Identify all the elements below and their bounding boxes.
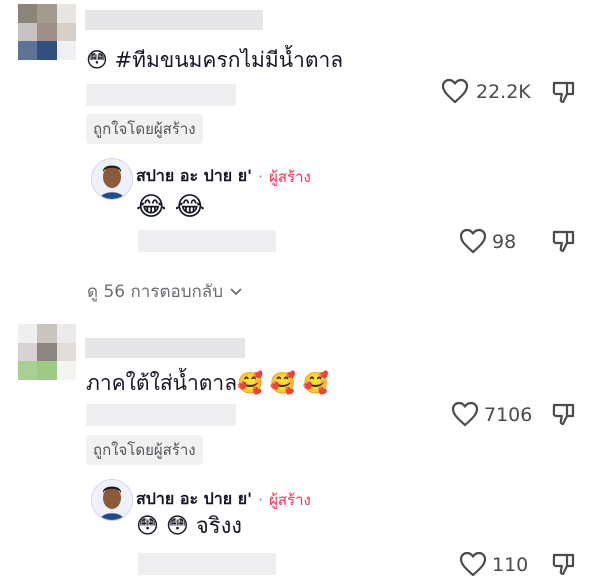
- dislike-button[interactable]: [551, 551, 577, 577]
- blurred-username[interactable]: [85, 338, 245, 358]
- heart-outline-icon: [441, 78, 469, 104]
- creator-liked-badge: ถูกใจโดยผู้สร้าง: [86, 114, 203, 144]
- like-button[interactable]: [459, 551, 487, 577]
- creator-avatar[interactable]: [91, 158, 133, 200]
- reply-text: 😂 😂: [136, 192, 206, 222]
- avatar-portrait-icon: [92, 159, 132, 199]
- like-button[interactable]: [459, 228, 487, 254]
- blurred-avatar[interactable]: [18, 324, 76, 380]
- blurred-meta: [86, 84, 236, 106]
- chevron-down-icon: [230, 287, 242, 295]
- reply-header: สปาย อะ ปาย ย' · ผู้สร้าง: [136, 487, 311, 512]
- avatar-portrait-icon: [92, 480, 132, 520]
- creator-liked-badge: ถูกใจโดยผู้สร้าง: [86, 435, 203, 465]
- blurred-meta: [138, 553, 276, 575]
- thumb-down-icon: [552, 230, 575, 253]
- thumb-down-icon: [552, 403, 575, 426]
- like-count: 98: [492, 231, 517, 253]
- blurred-meta: [138, 230, 276, 252]
- like-count: 22.2K: [476, 81, 531, 103]
- like-count: 7106: [484, 404, 533, 426]
- view-replies-label: ดู 56 การตอบกลับ: [87, 282, 223, 302]
- heart-outline-icon: [459, 551, 487, 577]
- separator-dot: ·: [257, 490, 264, 509]
- reply-header: สปาย อะ ปาย ย' · ผู้สร้าง: [136, 164, 311, 189]
- blurred-meta: [86, 404, 236, 426]
- reply-text: 😳 😳 จริงง: [136, 514, 243, 539]
- thumb-down-icon: [552, 81, 575, 104]
- comment-text: 😳 #ทีมขนมครกไม่มีน้ำตาล: [86, 48, 344, 72]
- separator-dot: ·: [257, 167, 264, 186]
- dislike-button[interactable]: [551, 401, 577, 427]
- creator-tag: ผู้สร้าง: [269, 167, 311, 186]
- thumb-down-icon: [552, 553, 575, 576]
- creator-avatar[interactable]: [91, 479, 133, 521]
- blurred-avatar[interactable]: [18, 4, 76, 60]
- comment-text: ภาคใต้ใส่น้ำตาล🥰 🥰 🥰: [86, 371, 329, 395]
- reply-author[interactable]: สปาย อะ ปาย ย': [136, 164, 252, 189]
- dislike-button[interactable]: [551, 79, 577, 105]
- creator-tag: ผู้สร้าง: [269, 490, 311, 509]
- like-button[interactable]: [441, 78, 469, 104]
- heart-outline-icon: [459, 228, 487, 254]
- heart-outline-icon: [451, 401, 479, 427]
- dislike-button[interactable]: [551, 228, 577, 254]
- reply-author[interactable]: สปาย อะ ปาย ย': [136, 487, 252, 512]
- view-replies-button[interactable]: ดู 56 การตอบกลับ: [87, 278, 243, 305]
- blurred-username[interactable]: [85, 10, 263, 30]
- like-button[interactable]: [451, 401, 479, 427]
- like-count: 110: [492, 554, 529, 576]
